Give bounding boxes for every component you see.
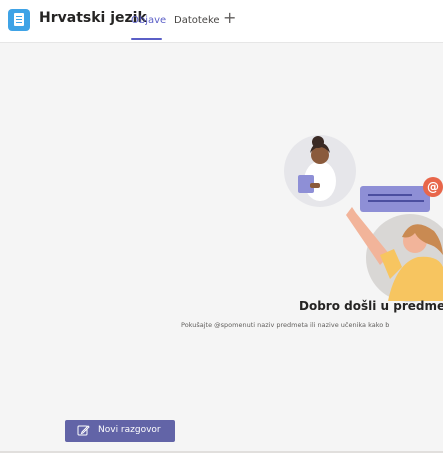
channel-header: Hrvatski jezik Objave Datoteke + xyxy=(0,0,443,43)
conversation-area: @ Dobro došli u predmet! Pokušajte @spom… xyxy=(0,43,443,453)
active-tab-indicator xyxy=(131,38,162,40)
new-conversation-label: Novi razgovor xyxy=(98,425,161,435)
new-conversation-button[interactable]: Novi razgovor xyxy=(65,420,175,442)
tab-objave[interactable]: Objave xyxy=(131,15,166,26)
chat-bubble xyxy=(360,186,430,212)
document-icon xyxy=(14,13,24,26)
welcome-hint: Pokušajte @spomenuti naziv predmeta ili … xyxy=(181,321,390,329)
team-icon[interactable] xyxy=(8,9,30,31)
welcome-title: Dobro došli u predmet! xyxy=(299,299,443,313)
compose-icon xyxy=(77,425,90,436)
add-tab-button[interactable]: + xyxy=(223,10,236,26)
mention-symbol: @ xyxy=(427,180,439,194)
welcome-illustration: @ xyxy=(284,135,443,302)
chat-line xyxy=(368,200,424,202)
tab-datoteke[interactable]: Datoteke xyxy=(174,15,220,26)
teams-channel-window: Hrvatski jezik Objave Datoteke + @ Dobro… xyxy=(0,0,443,453)
chat-line xyxy=(368,194,412,196)
